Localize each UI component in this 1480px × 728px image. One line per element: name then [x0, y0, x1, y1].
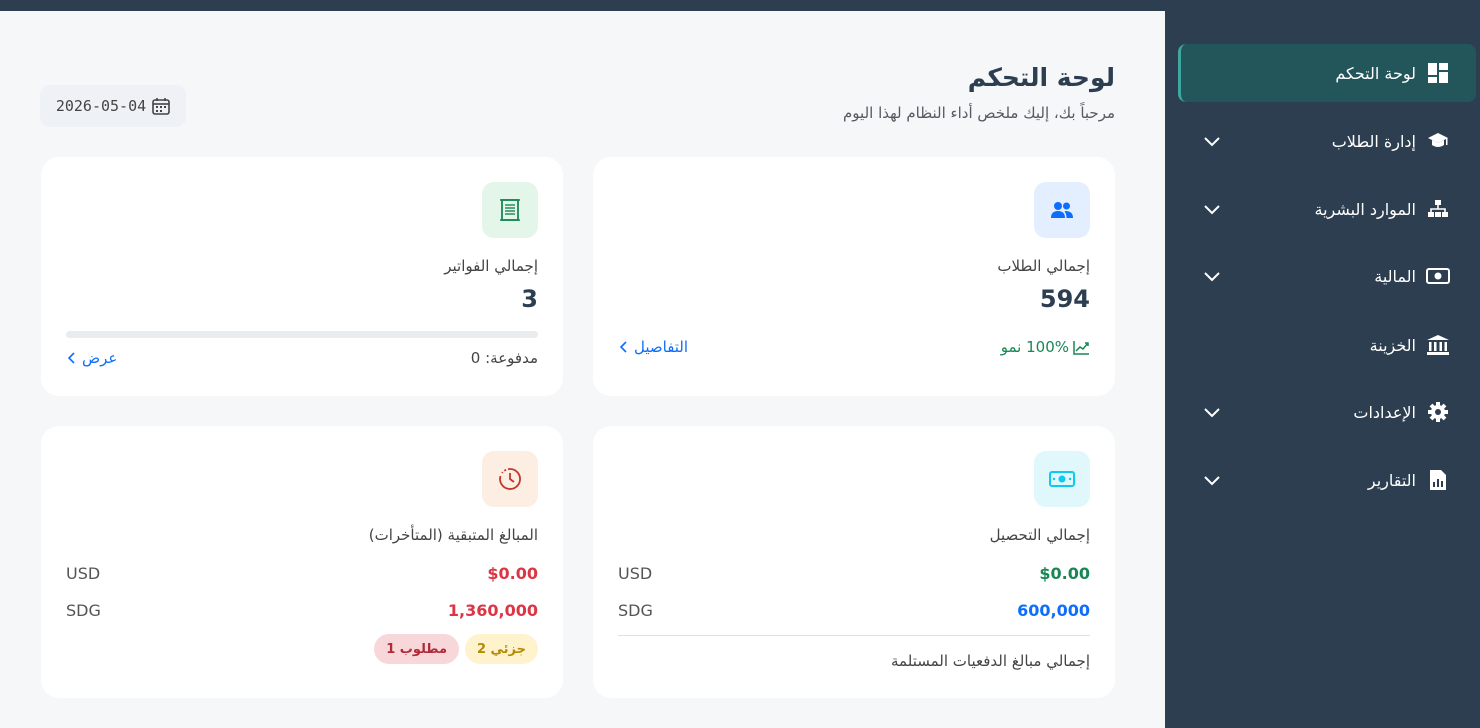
collection-usd-row: $0.00 USD	[618, 563, 1090, 583]
invoices-value: 3	[521, 285, 538, 313]
collection-footer: إجمالي مبالغ الدفعيات المستلمة	[891, 652, 1090, 670]
sidebar-item-students[interactable]: إدارة الطلاب	[1178, 112, 1476, 170]
sidebar-item-label: لوحة التحكم	[1335, 63, 1416, 83]
collection-card: إجمالي التحصيل $0.00 USD 600,000 SDG إجم…	[593, 426, 1115, 698]
badge-required: مطلوب 1	[374, 634, 459, 664]
collection-sdg-row: 600,000 SDG	[618, 600, 1090, 620]
outstanding-usd-label: USD	[66, 563, 101, 583]
invoices-label: إجمالي الفواتير	[444, 257, 538, 275]
report-file-icon	[1426, 468, 1450, 492]
details-link-label: التفاصيل	[634, 338, 689, 356]
invoices-card: إجمالي الفواتير 3 مدفوعة: 0 عرض	[41, 157, 563, 396]
outstanding-sdg-value: 1,360,000	[447, 600, 538, 620]
graduation-cap-icon	[1426, 129, 1450, 153]
chevron-left-icon	[619, 341, 627, 353]
sidebar-item-label: الإعدادات	[1353, 402, 1416, 422]
outstanding-sdg-label: SDG	[66, 600, 101, 620]
invoices-paid: مدفوعة: 0	[470, 349, 538, 367]
students-details-link[interactable]: التفاصيل	[618, 338, 688, 356]
outstanding-card: المبالغ المتبقية (المتأخرات) $0.00 USD 1…	[41, 426, 563, 698]
chevron-down-icon[interactable]	[1202, 131, 1222, 151]
collection-usd-label: USD	[618, 563, 653, 583]
date-value: 2026-05-04	[55, 97, 147, 115]
sidebar-item-label: إدارة الطلاب	[1331, 131, 1416, 151]
badge-partial: جزئي 2	[464, 634, 538, 664]
sidebar-item-treasury[interactable]: الخزينة	[1178, 316, 1476, 374]
chart-line-up-icon	[1073, 340, 1089, 355]
chevron-left-icon	[67, 352, 75, 364]
sidebar-item-hr[interactable]: الموارد البشرية	[1178, 180, 1476, 238]
students-card: إجمالي الطلاب 594 100% نمو التفاصيل	[593, 157, 1115, 396]
divider	[618, 635, 1090, 636]
view-link-label: عرض	[82, 349, 118, 367]
bank-icon	[1426, 333, 1450, 357]
outstanding-label: المبالغ المتبقية (المتأخرات)	[368, 526, 538, 544]
gear-icon	[1426, 400, 1450, 424]
sidebar-item-reports[interactable]: التقارير	[1178, 451, 1476, 509]
sidebar-item-label: الموارد البشرية	[1314, 199, 1417, 219]
growth-text: 100% نمو	[1000, 338, 1069, 356]
date-chip[interactable]: 2026-05-04	[40, 85, 186, 127]
sidebar: لوحة التحكم إدارة الطلاب الموارد البشرية…	[1165, 0, 1480, 728]
sidebar-item-finance[interactable]: المالية	[1178, 247, 1476, 305]
collection-sdg-value: 600,000	[1017, 600, 1090, 620]
sidebar-item-label: الخزينة	[1369, 335, 1416, 355]
collection-usd-value: $0.00	[1039, 563, 1090, 583]
chevron-down-icon[interactable]	[1202, 199, 1222, 219]
invoices-footer: مدفوعة: 0 عرض	[66, 348, 538, 368]
invoice-icon	[482, 182, 538, 238]
main-content: لوحة التحكم مرحباً بك، إليك ملخص أداء ال…	[0, 11, 1165, 728]
page-subtitle: مرحباً بك، إليك ملخص أداء النظام لهذا ال…	[843, 104, 1115, 122]
chevron-down-icon[interactable]	[1202, 470, 1222, 490]
money-bill-icon	[1426, 264, 1450, 288]
money-bill-icon	[1034, 451, 1090, 507]
students-footer: 100% نمو التفاصيل	[618, 337, 1090, 357]
chevron-down-icon[interactable]	[1202, 402, 1222, 422]
invoices-view-link[interactable]: عرض	[66, 349, 117, 367]
calendar-icon	[152, 98, 170, 115]
sidebar-item-dashboard[interactable]: لوحة التحكم	[1178, 44, 1476, 102]
collection-label: إجمالي التحصيل	[989, 526, 1090, 544]
clock-history-icon	[482, 451, 538, 507]
outstanding-usd-row: $0.00 USD	[66, 563, 538, 583]
invoices-progress-track	[66, 331, 538, 338]
outstanding-usd-value: $0.00	[487, 563, 538, 583]
sitemap-icon	[1426, 197, 1450, 221]
sidebar-item-settings[interactable]: الإعدادات	[1178, 383, 1476, 441]
users-icon	[1034, 182, 1090, 238]
growth-indicator: 100% نمو	[1001, 338, 1090, 356]
page-title: لوحة التحكم	[967, 63, 1115, 92]
chevron-down-icon[interactable]	[1202, 266, 1222, 286]
outstanding-sdg-row: 1,360,000 SDG	[66, 600, 538, 620]
sidebar-item-label: التقارير	[1367, 470, 1416, 490]
students-label: إجمالي الطلاب	[997, 257, 1090, 275]
collection-sdg-label: SDG	[618, 600, 653, 620]
students-value: 594	[1039, 285, 1090, 313]
sidebar-item-label: المالية	[1374, 266, 1416, 286]
dashboard-icon	[1426, 61, 1450, 85]
